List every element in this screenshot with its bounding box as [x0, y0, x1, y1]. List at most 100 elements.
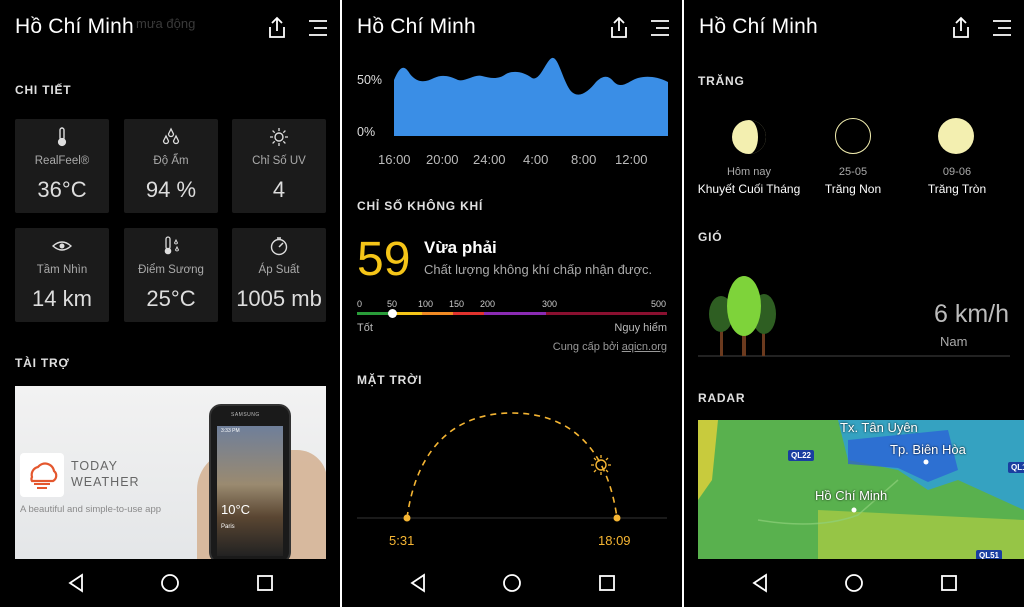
radar-map[interactable]: Tx. Tân Uyên Tp. Biên Hòa Hồ Chí Minh QL… — [698, 420, 1024, 560]
chart-y-label-50: 50% — [357, 73, 383, 87]
tile-pressure[interactable]: Áp Suất 1005 mb — [232, 228, 326, 322]
chart-time-label: 4:00 — [523, 152, 549, 167]
system-nav-bar — [342, 559, 682, 607]
wind-speed: 6 km/h — [933, 300, 1009, 328]
tile-visibility[interactable]: Tầm Nhìn 14 km — [15, 228, 109, 322]
air-quality-scale-bar — [357, 312, 667, 315]
moon-full-icon — [938, 118, 974, 154]
menu-icon[interactable] — [308, 18, 328, 38]
back-icon[interactable] — [64, 571, 88, 595]
air-quality-marker — [388, 309, 397, 318]
wind-title: GIÓ — [698, 230, 723, 244]
tile-value: 14 km — [32, 286, 92, 311]
chart-y-label-0: 0% — [357, 125, 376, 139]
tile-uv[interactable]: Chỉ Số UV 4 — [232, 119, 326, 213]
air-quality-level: Vừa phải — [424, 238, 497, 257]
back-icon[interactable] — [406, 571, 430, 595]
ad-tagline: A beautiful and simple-to-use app — [20, 504, 162, 515]
menu-icon[interactable] — [650, 18, 670, 38]
aq-scale-label: 100 — [418, 299, 434, 309]
ad-title: TODAY WEATHER — [71, 459, 140, 489]
tile-value: 94 % — [145, 177, 197, 202]
aq-scale-label: 200 — [480, 299, 496, 309]
details-title: CHI TIẾT — [15, 83, 72, 97]
tile-label: Tầm Nhìn — [36, 264, 88, 276]
moon-phase-label: Khuyết Cuối Tháng — [697, 182, 801, 196]
phone-time: 3:33 PM — [221, 428, 240, 434]
ad-app-logo — [20, 453, 64, 497]
tile-label: Áp Suất — [258, 264, 300, 276]
moon-last-quarter-icon — [732, 120, 766, 154]
city-title: Hồ Chí Minh — [357, 15, 476, 38]
moon-day-label: 25-05 — [838, 166, 868, 178]
air-quality-index: 59 — [357, 233, 411, 286]
tile-humidity[interactable]: Độ Ẩm 94 % — [124, 119, 218, 213]
source-prefix: Cung cấp bởi — [552, 341, 619, 353]
moon-day-label: 09-06 — [942, 166, 972, 178]
air-quality-description: Chất lượng không khí chấp nhận được. — [424, 262, 653, 277]
home-icon[interactable] — [158, 571, 182, 595]
home-icon[interactable] — [500, 571, 524, 595]
tile-value: 25°C — [146, 286, 196, 311]
sponsor-ad[interactable]: TODAY WEATHER A beautiful and simple-to-… — [15, 386, 326, 560]
top-bar: Hồ Chí Minh — [684, 0, 1024, 56]
source-link[interactable]: aqicn.org — [622, 341, 667, 353]
home-icon[interactable] — [842, 571, 866, 595]
humidity-area — [394, 57, 668, 137]
moon-new-icon — [835, 118, 871, 154]
moon-day-label: Hôm nay — [726, 166, 772, 178]
ad-phone-image: SAMSUNG 3:33 PM 10°C Paris — [209, 404, 291, 560]
tile-value: 36°C — [37, 177, 87, 202]
radar-label-tan-uyen: Tx. Tân Uyên — [840, 420, 918, 435]
top-bar: Hồ Chí Minh — [342, 0, 682, 56]
share-icon[interactable] — [950, 16, 972, 40]
background-text: mưa động — [136, 16, 196, 31]
chart-time-label: 20:00 — [426, 152, 459, 167]
sunrise-time: 5:31 — [389, 533, 415, 548]
sun-icon — [270, 128, 288, 146]
cloud-icon — [30, 462, 58, 489]
thermometer-icon — [57, 127, 67, 147]
dew-point-icon — [164, 236, 180, 255]
screen-details: Hồ Chí Minh mưa động CHI TIẾT RealFeel® … — [0, 0, 340, 607]
air-quality-title: CHỈ SỐ KHÔNG KHÍ — [357, 199, 484, 213]
back-icon[interactable] — [748, 571, 772, 595]
radar-label-bien-hoa: Tp. Biên Hòa — [890, 442, 966, 457]
share-icon[interactable] — [608, 16, 630, 40]
recents-icon[interactable] — [595, 571, 619, 595]
road-badge: QL22 — [788, 450, 815, 461]
eye-icon — [52, 241, 72, 251]
phone-city: Paris — [221, 524, 235, 530]
drops-icon — [162, 127, 180, 145]
aq-scale-label: 0 — [357, 299, 363, 309]
aq-scale-label: 50 — [387, 299, 398, 309]
recents-icon[interactable] — [937, 571, 961, 595]
chart-time-label: 8:00 — [571, 152, 597, 167]
sun-title: MẶT TRỜI — [357, 373, 423, 387]
tile-dew-point[interactable]: Điểm Sương 25°C — [124, 228, 218, 322]
air-quality-source: Cung cấp bởi aqicn.org — [553, 341, 667, 353]
tile-label: RealFeel® — [34, 155, 90, 167]
moon-phase-label: Trăng Non — [824, 182, 882, 196]
share-icon[interactable] — [266, 16, 288, 40]
phone-brand: SAMSUNG — [231, 412, 260, 418]
tile-value: 1005 mb — [236, 286, 322, 311]
radar-label-hcm: Hồ Chí Minh — [815, 488, 888, 503]
tile-realfeel[interactable]: RealFeel® 36°C — [15, 119, 109, 213]
screen-moon-wind-radar: Hồ Chí Minh TRĂNG Hôm nay 25-05 09-06 Kh… — [684, 0, 1024, 607]
top-bar: Hồ Chí Minh mưa động — [0, 0, 340, 56]
moon-title: TRĂNG — [698, 74, 745, 88]
system-nav-bar — [684, 559, 1024, 607]
moon-phase-label: Trăng Tròn — [927, 182, 987, 196]
air-quality-min-label: Tốt — [357, 322, 373, 334]
tile-label: Chỉ Số UV — [252, 155, 306, 167]
sun-icon — [591, 455, 611, 475]
city-title: Hồ Chí Minh — [699, 15, 818, 38]
screen-air-sun: Hồ Chí Minh 50% 0% 16:00 20:00 24:00 4:0… — [342, 0, 682, 607]
sunset-time: 18:09 — [598, 533, 631, 548]
menu-icon[interactable] — [992, 18, 1012, 38]
phone-temp: 10°C — [221, 502, 251, 517]
recents-icon[interactable] — [253, 571, 277, 595]
phone-screen: 3:33 PM 10°C Paris — [217, 426, 283, 556]
radar-title: RADAR — [698, 391, 746, 405]
